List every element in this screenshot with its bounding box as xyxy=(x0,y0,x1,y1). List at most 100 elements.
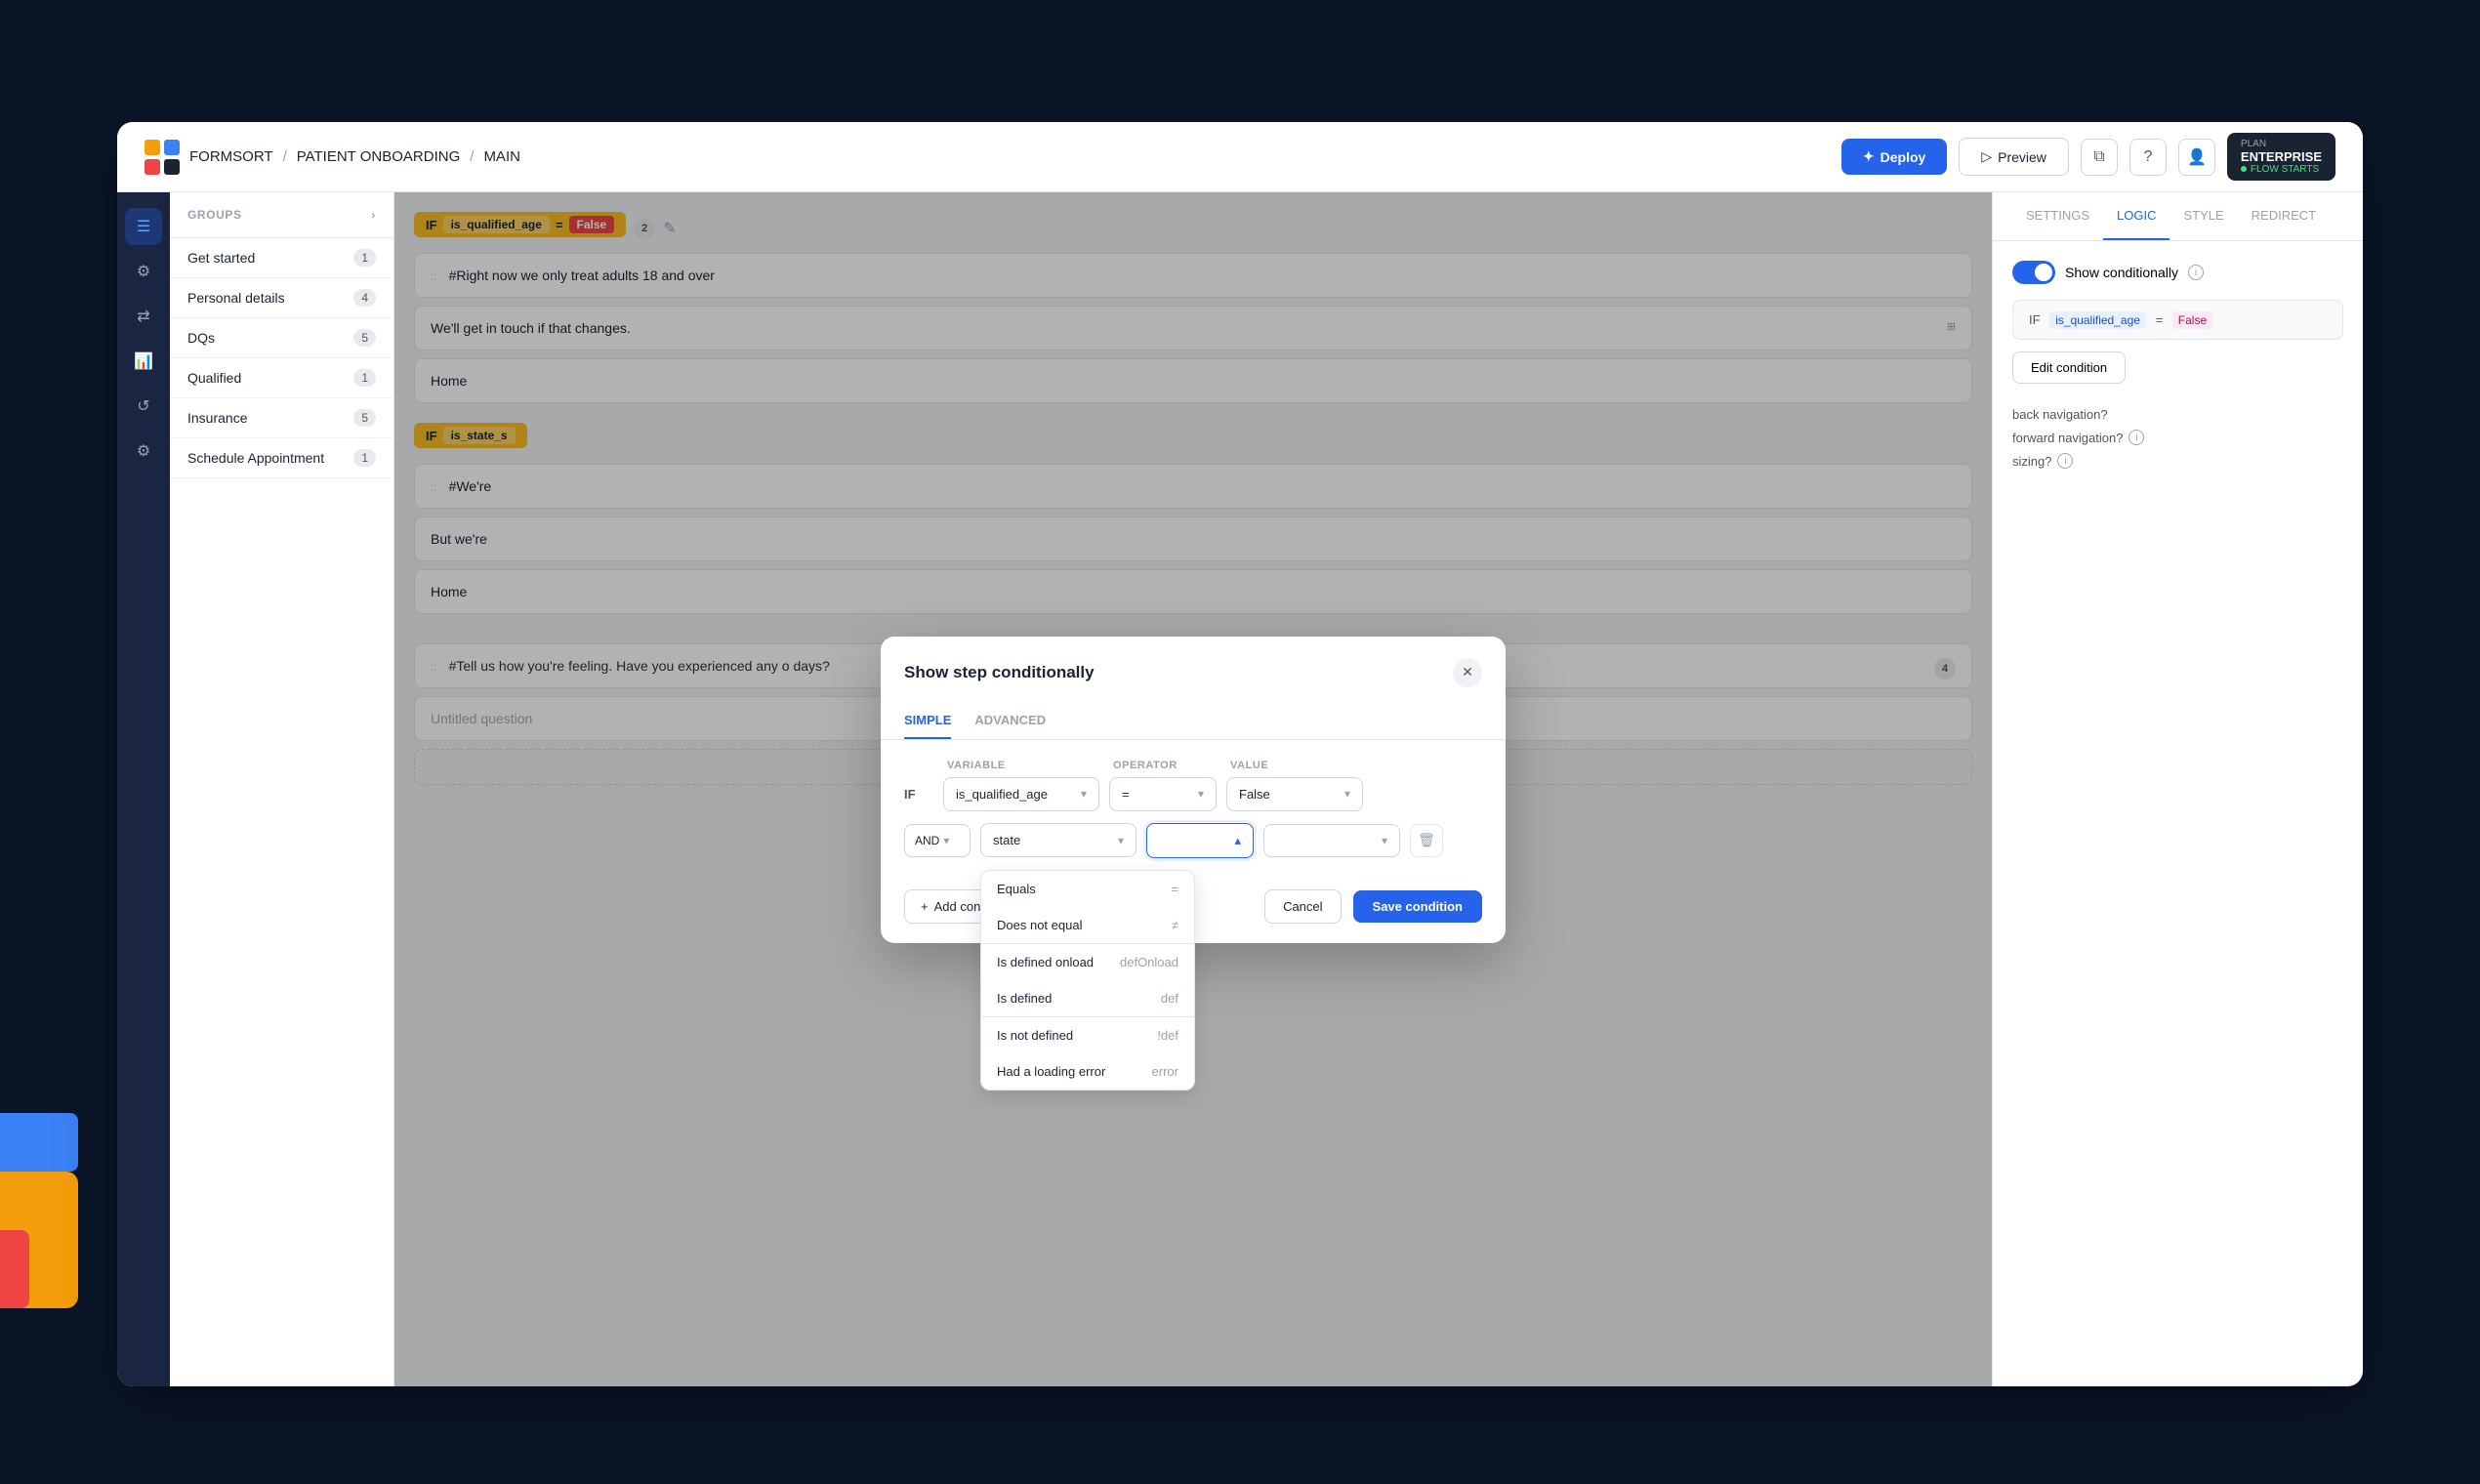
help-button[interactable]: ? xyxy=(2129,139,2167,176)
back-nav-label: back navigation? xyxy=(2012,407,2343,422)
modal-dialog: Show step conditionally ✕ SIMPLE ADVANCE… xyxy=(881,637,1506,943)
operator-value-1: = xyxy=(1122,787,1130,802)
show-conditionally-toggle[interactable] xyxy=(2012,261,2055,284)
topbar: FORMSORT / PATIENT ONBOARDING / MAIN ✦ D… xyxy=(117,122,2363,192)
sizing-label: sizing? i xyxy=(2012,453,2343,469)
formsort-logo xyxy=(145,140,180,175)
dropdown-label: Had a loading error xyxy=(997,1064,1105,1079)
expand-icon[interactable]: › xyxy=(371,208,376,222)
delete-condition-button[interactable]: 🗑 xyxy=(1410,824,1443,857)
sidebar-icon-history[interactable]: ↺ xyxy=(125,388,162,425)
condition-operator: = xyxy=(2156,312,2164,327)
sizing-info: i xyxy=(2057,453,2073,469)
operator-dropdown: Equals = Does not equal ≠ Is defined onl… xyxy=(980,870,1195,1091)
preview-button[interactable]: ▷ Preview xyxy=(1959,138,2069,176)
tab-style[interactable]: STYLE xyxy=(2170,192,2237,240)
sidebar-icon-settings[interactable]: ⚙ xyxy=(125,433,162,470)
nav-item-badge: 4 xyxy=(353,289,376,307)
variable-value-1: is_qualified_age xyxy=(956,787,1048,802)
variable-select-1[interactable]: is_qualified_age ▾ xyxy=(943,777,1099,811)
sidebar-icon-analytics[interactable]: ⚙ xyxy=(125,253,162,290)
modal-tab-simple[interactable]: SIMPLE xyxy=(904,703,951,739)
variable-value-2: state xyxy=(993,833,1020,847)
deploy-button[interactable]: ✦ Deploy xyxy=(1841,139,1947,175)
breadcrumb-item1: PATIENT ONBOARDING xyxy=(297,148,461,165)
chevron-down-icon: ▾ xyxy=(1118,834,1124,847)
edit-condition-button[interactable]: Edit condition xyxy=(2012,351,2126,384)
breadcrumb-item2: MAIN xyxy=(483,148,520,165)
dropdown-item-defined-onload[interactable]: Is defined onload defOnload xyxy=(981,943,1194,980)
nav-item-schedule[interactable]: Schedule Appointment 1 xyxy=(170,438,393,478)
logo-area: FORMSORT / PATIENT ONBOARDING / MAIN xyxy=(145,140,520,175)
nav-item-qualified[interactable]: Qualified 1 xyxy=(170,358,393,398)
play-icon: ▷ xyxy=(1981,148,1992,165)
dropdown-symbol: !def xyxy=(1157,1028,1178,1043)
col-header-value: VALUE xyxy=(1230,760,1367,771)
if-label-row1: IF xyxy=(904,787,933,802)
plus-icon-condition: + xyxy=(921,899,929,914)
and-select[interactable]: AND ▾ xyxy=(904,824,971,857)
operator-select-1[interactable]: = ▾ xyxy=(1109,777,1217,811)
col-header-operator: OPERATOR xyxy=(1113,760,1220,771)
nav-item-label: Get started xyxy=(187,250,255,266)
nav-item-label: Insurance xyxy=(187,410,247,426)
tab-logic[interactable]: LOGIC xyxy=(2103,192,2170,240)
main-content: ☰ ⚙ ⇄ 📊 ↺ ⚙ GROUPS › Get started 1 Perso… xyxy=(117,192,2363,1386)
value-select-2[interactable]: ▾ xyxy=(1263,824,1400,857)
profile-button[interactable]: 👤 xyxy=(2178,139,2215,176)
copy-button[interactable]: ⧉ xyxy=(2081,139,2118,176)
chevron-up-icon: ▴ xyxy=(1234,833,1241,848)
plan-name: ENTERPRISE xyxy=(2241,149,2322,164)
and-label: AND xyxy=(915,834,939,847)
plan-label: PLAN xyxy=(2241,139,2266,149)
nav-item-get-started[interactable]: Get started 1 xyxy=(170,238,393,278)
modal-header: Show step conditionally ✕ xyxy=(881,637,1506,687)
forward-nav-label: forward navigation? i xyxy=(2012,430,2343,445)
dropdown-item-notequal[interactable]: Does not equal ≠ xyxy=(981,907,1194,943)
modal-body: VARIABLE OPERATOR VALUE IF is_qualified_… xyxy=(881,740,1506,889)
sidebar-icon-flow[interactable]: ⇄ xyxy=(125,298,162,335)
nav-sidebar-header: GROUPS › xyxy=(170,192,393,238)
nav-item-dqs[interactable]: DQs 5 xyxy=(170,318,393,358)
tab-redirect[interactable]: REDIRECT xyxy=(2238,192,2330,240)
modal-tabs: SIMPLE ADVANCED xyxy=(881,703,1506,740)
col-header-variable: VARIABLE xyxy=(947,760,1103,771)
modal-title: Show step conditionally xyxy=(904,663,1095,682)
right-panel-tabs: SETTINGS LOGIC STYLE REDIRECT xyxy=(1993,192,2363,241)
nav-item-label: Schedule Appointment xyxy=(187,450,324,466)
value-select-1[interactable]: False ▾ xyxy=(1226,777,1363,811)
sidebar-icon-list[interactable]: ☰ xyxy=(125,208,162,245)
dropdown-item-equals[interactable]: Equals = xyxy=(981,871,1194,907)
sidebar-icon-chart[interactable]: 📊 xyxy=(125,343,162,380)
condition-variable: is_qualified_age xyxy=(2049,311,2146,329)
nav-sidebar: GROUPS › Get started 1 Personal details … xyxy=(170,192,394,1386)
tab-settings[interactable]: SETTINGS xyxy=(2012,192,2103,240)
dropdown-symbol: = xyxy=(1171,882,1178,896)
modal-close-button[interactable]: ✕ xyxy=(1453,658,1482,687)
forward-nav-info: i xyxy=(2129,430,2144,445)
dropdown-item-loading-error[interactable]: Had a loading error error xyxy=(981,1053,1194,1090)
if-label-display: IF xyxy=(2029,312,2041,327)
cancel-button[interactable]: Cancel xyxy=(1264,889,1341,924)
chevron-down-icon: ▾ xyxy=(1344,787,1350,801)
deploy-icon: ✦ xyxy=(1863,148,1875,165)
show-conditionally-row: Show conditionally i xyxy=(2012,261,2343,284)
save-condition-button[interactable]: Save condition xyxy=(1353,890,1482,923)
show-conditionally-label: Show conditionally xyxy=(2065,265,2178,280)
operator-select-2[interactable]: ▴ xyxy=(1146,823,1254,858)
nav-item-insurance[interactable]: Insurance 5 xyxy=(170,398,393,438)
chevron-down-icon: ▾ xyxy=(1382,834,1387,847)
info-icon: i xyxy=(2188,265,2204,280)
nav-item-personal-details[interactable]: Personal details 4 xyxy=(170,278,393,318)
modal-tab-advanced[interactable]: ADVANCED xyxy=(974,703,1046,739)
dropdown-item-defined[interactable]: Is defined def xyxy=(981,980,1194,1016)
dropdown-item-not-defined[interactable]: Is not defined !def xyxy=(981,1016,1194,1053)
if-condition-display: IF is_qualified_age = False xyxy=(2012,300,2343,340)
variable-select-2[interactable]: state ▾ xyxy=(980,823,1137,857)
nav-item-badge: 5 xyxy=(353,329,376,347)
nav-item-badge: 5 xyxy=(353,409,376,427)
dropdown-label: Is defined onload xyxy=(997,955,1094,969)
dropdown-symbol: error xyxy=(1152,1064,1178,1079)
value-value-1: False xyxy=(1239,787,1270,802)
right-panel-body: Show conditionally i IF is_qualified_age… xyxy=(1993,241,2363,1386)
